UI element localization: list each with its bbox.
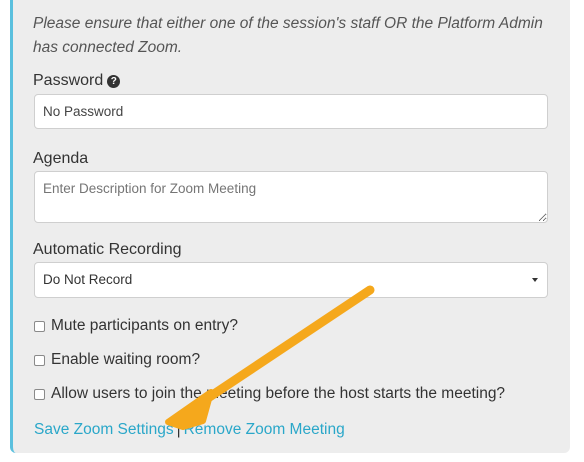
mute-on-entry-checkbox[interactable] [34, 320, 45, 332]
remove-zoom-meeting-link[interactable]: Remove Zoom Meeting [184, 421, 345, 438]
waiting-room-checkbox[interactable] [34, 354, 45, 366]
agenda-label: Agenda [33, 150, 89, 167]
agenda-textarea[interactable] [34, 171, 548, 223]
join-before-host-option[interactable]: Allow users to join the meeting before t… [34, 385, 505, 403]
password-input[interactable] [34, 94, 548, 129]
zoom-settings-panel: Please ensure that either one of the ses… [10, 0, 570, 453]
zoom-actions: Save Zoom Settings | Remove Zoom Meeting [34, 421, 345, 439]
automatic-recording-value: Do Not Record [43, 272, 133, 287]
zoom-connection-notice: Please ensure that either one of the ses… [33, 15, 543, 56]
mute-on-entry-option[interactable]: Mute participants on entry? [34, 317, 238, 335]
waiting-room-option[interactable]: Enable waiting room? [34, 351, 200, 369]
actions-separator: | [176, 421, 181, 438]
password-label: Password? [33, 72, 121, 90]
mute-on-entry-label: Mute participants on entry? [51, 317, 238, 334]
waiting-room-label: Enable waiting room? [51, 351, 201, 368]
join-before-host-label: Allow users to join the meeting before t… [51, 385, 506, 402]
automatic-recording-label: Automatic Recording [33, 241, 182, 258]
question-circle-icon[interactable]: ? [107, 75, 121, 88]
save-zoom-settings-link[interactable]: Save Zoom Settings [34, 421, 174, 438]
automatic-recording-select[interactable]: Do Not Record [34, 262, 548, 298]
caret-down-icon [532, 278, 538, 282]
password-label-text: Password [33, 72, 104, 89]
join-before-host-checkbox[interactable] [34, 388, 45, 400]
